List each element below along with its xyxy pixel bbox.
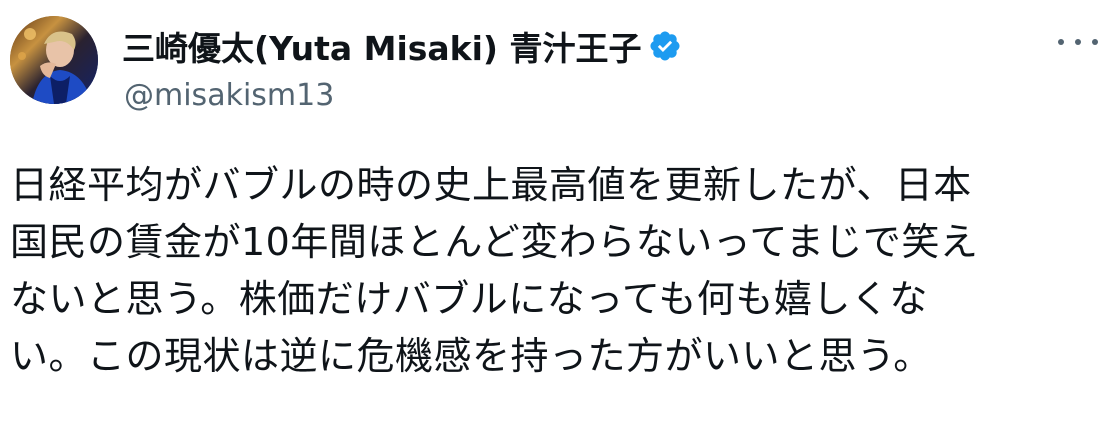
tweet-text-line: ないと思う。株価だけバブルになっても何も嬉しくな [10, 277, 928, 321]
avatar-image [10, 16, 98, 104]
author-name-row[interactable]: 三崎優太(Yuta Misaki) 青汁王子 [122, 24, 682, 68]
more-horizontal-icon[interactable] [1058, 28, 1098, 56]
tweet-text-line: 国民の賃金が10年間ほとんど変わらないってまじで笑え [10, 220, 979, 264]
author-display-name[interactable]: 三崎優太(Yuta Misaki) 青汁王子 [122, 22, 642, 70]
tweet-text: 日経平均がバブルの時の史上最高値を更新したが、日本 国民の賃金が10年間ほとんど… [10, 157, 1090, 385]
avatar[interactable] [10, 16, 98, 104]
tweet-text-line: い。この現状は逆に危機感を持った方がいいと思う。 [10, 334, 932, 378]
tweet-text-line: 日経平均がバブルの時の史上最高値を更新したが、日本 [10, 163, 972, 207]
more-dot [1058, 39, 1064, 45]
verified-badge-icon [648, 29, 682, 63]
more-dot [1075, 39, 1081, 45]
tweet-card: 三崎優太(Yuta Misaki) 青汁王子 @misakism13 日経平均が… [0, 0, 1111, 438]
more-dot [1092, 39, 1098, 45]
author-handle[interactable]: @misakism13 [124, 78, 334, 113]
